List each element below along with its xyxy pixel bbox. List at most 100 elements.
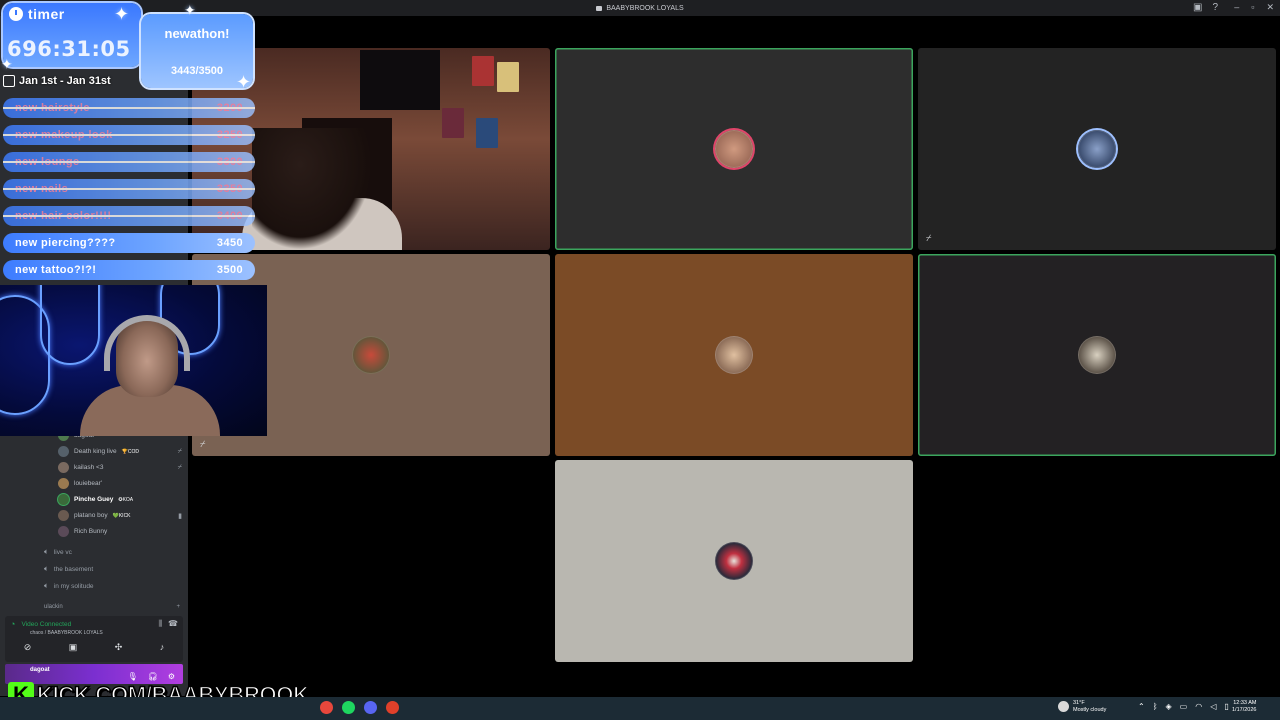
- browser-icon[interactable]: [386, 701, 399, 714]
- add-channel-icon[interactable]: +: [176, 604, 180, 610]
- avatar: [58, 494, 69, 505]
- wifi-icon[interactable]: ◠: [1195, 702, 1202, 711]
- screen-share-button[interactable]: ▣: [69, 642, 78, 653]
- streamer-webcam: [0, 285, 267, 436]
- speaker-icon: 🔈︎: [44, 547, 49, 556]
- wall-poster: [476, 118, 498, 148]
- voice-member[interactable]: louiebear': [58, 478, 182, 489]
- minimize-button[interactable]: –: [1234, 2, 1239, 13]
- voice-channel-live-vc[interactable]: 🔈︎ live vc: [44, 547, 72, 557]
- goal-label: new piercing????: [15, 237, 116, 249]
- clock-date: 1/17/2026: [1232, 707, 1257, 714]
- user-panel: dagoat 🎙︎ 🎧︎ ⚙: [5, 664, 183, 684]
- spotify-icon[interactable]: [342, 701, 355, 714]
- participant-avatar: [715, 542, 753, 580]
- avatar: [58, 446, 69, 457]
- goal-item: new tattoo?!?! 3500: [3, 260, 255, 280]
- goal-threshold: 3250: [216, 129, 243, 141]
- voice-member[interactable]: Rich Bunny: [58, 526, 182, 537]
- calendar-icon: [3, 75, 15, 87]
- sparkle-icon: ✦: [114, 4, 130, 24]
- member-name: louiebear': [74, 480, 102, 487]
- weather-desc: Mostly cloudy: [1073, 706, 1107, 713]
- app-icon[interactable]: [320, 701, 333, 714]
- weather-widget[interactable]: 31°F Mostly cloudy: [1058, 700, 1106, 713]
- member-name: Rich Bunny: [74, 528, 108, 535]
- goal-item: new makeup look 3250: [3, 125, 255, 145]
- voice-member[interactable]: platano boy 💚KICK ▮: [58, 510, 182, 521]
- screen: BAABYBROOK LOYALS ▣ ? – ▫ ✕ dagoat Death…: [0, 0, 1280, 720]
- disconnect-icon[interactable]: ☎: [168, 619, 178, 629]
- goal-label: new makeup look: [15, 129, 113, 141]
- video-tile-participant[interactable]: [555, 460, 913, 662]
- volume-icon[interactable]: ◁: [1210, 702, 1216, 711]
- sparkle-icon: ✦: [184, 2, 196, 18]
- microphone-icon[interactable]: 🎙︎: [128, 672, 138, 681]
- goal-threshold: 3450: [216, 237, 243, 249]
- voice-channel-the-basement[interactable]: 🔈︎ the basement: [44, 564, 93, 574]
- taskbar-clock[interactable]: 12:33 AM 1/17/2026: [1232, 700, 1256, 714]
- soundboard-button[interactable]: ♪: [160, 642, 165, 653]
- voice-connection-panel: ◔ Video Connected ⫼ ☎ chaos / BAABYBROOK…: [5, 616, 183, 662]
- voice-member[interactable]: kailash <3 ⌿: [58, 462, 182, 473]
- voice-server-name: chaos / BAABYBROOK LOYALS: [30, 630, 103, 636]
- signal-icon[interactable]: ◔: [10, 619, 15, 629]
- background-tv: [360, 50, 440, 110]
- goal-label: new hair color!!!!: [15, 210, 112, 222]
- speaker-icon: 🔈︎: [44, 581, 49, 590]
- video-tile-participant[interactable]: [918, 254, 1276, 456]
- bluetooth-icon[interactable]: ᛒ: [1153, 702, 1158, 711]
- help-icon[interactable]: ?: [1212, 2, 1218, 13]
- timer-value: 696:31:05: [7, 37, 131, 61]
- sparkle-icon: ✦: [1, 56, 13, 72]
- headphones-icon[interactable]: 🎧︎: [148, 672, 158, 681]
- goal-label: new lounge: [15, 156, 80, 168]
- timer-label: timer: [28, 6, 65, 22]
- voice-member[interactable]: Death king live 🏆COD ⌿: [58, 446, 182, 457]
- participant-avatar: [715, 130, 753, 168]
- video-tile-participant[interactable]: ⌿: [918, 48, 1276, 250]
- camera-icon: ▮: [178, 512, 182, 520]
- windows-taskbar: 31°F Mostly cloudy ⌃ ᛒ ◈ ▭ ◠ ◁ ▯ 12:33 A…: [0, 697, 1280, 720]
- goal-label: new tattoo?!?!: [15, 264, 97, 276]
- noise-suppression-icon[interactable]: ⫼: [158, 619, 162, 629]
- participant-avatar: [352, 336, 390, 374]
- streamer-head: [252, 128, 372, 250]
- category-header[interactable]: ulackin +: [44, 604, 180, 610]
- member-name: kailash <3: [74, 464, 104, 471]
- username: dagoat: [30, 667, 50, 673]
- settings-icon[interactable]: ⚙: [168, 672, 175, 681]
- close-button[interactable]: ✕: [1266, 2, 1274, 13]
- goal-item: new hairstyle 3200: [3, 98, 255, 118]
- goal-item: new nails 3350: [3, 179, 255, 199]
- battery-icon[interactable]: ▯: [1224, 702, 1228, 711]
- video-tile-participant[interactable]: [555, 254, 913, 456]
- goal-threshold: 3350: [216, 183, 243, 195]
- avatar: [58, 462, 69, 473]
- network-icon[interactable]: ◈: [1166, 702, 1172, 711]
- video-tile-participant[interactable]: [555, 48, 913, 250]
- window-title-text: BAABYBROOK LOYALS: [606, 4, 684, 12]
- muted-icon: ⌿: [177, 463, 182, 471]
- participant-avatar: [1078, 336, 1116, 374]
- neon-light: [40, 285, 100, 365]
- member-tag: ✪KOA: [118, 496, 134, 503]
- category-name: ulackin: [44, 604, 63, 610]
- voice-member[interactable]: Pinche Guey ✪KOA: [58, 494, 182, 505]
- goal-item: new piercing???? 3450: [3, 233, 255, 253]
- inbox-icon[interactable]: ▣: [1193, 2, 1202, 13]
- weather-temp: 31°F: [1073, 700, 1085, 706]
- date-range: Jan 1st - Jan 31st: [3, 75, 111, 87]
- discord-icon[interactable]: [364, 701, 377, 714]
- member-tag: 🏆COD: [121, 448, 139, 455]
- chevron-up-icon[interactable]: ⌃: [1138, 702, 1145, 711]
- channel-name: live vc: [53, 548, 72, 556]
- camera-off-button[interactable]: ⊘: [24, 642, 32, 653]
- display-icon[interactable]: ▭: [1180, 702, 1188, 711]
- goal-threshold: 3200: [216, 102, 243, 114]
- activities-button[interactable]: ✣: [115, 642, 123, 653]
- maximize-button[interactable]: ▫: [1251, 2, 1254, 13]
- goal-threshold: 3300: [216, 156, 243, 168]
- voice-channel-in-my-solitude[interactable]: 🔈︎ in my solitude: [44, 581, 94, 591]
- server-icon: [596, 5, 603, 11]
